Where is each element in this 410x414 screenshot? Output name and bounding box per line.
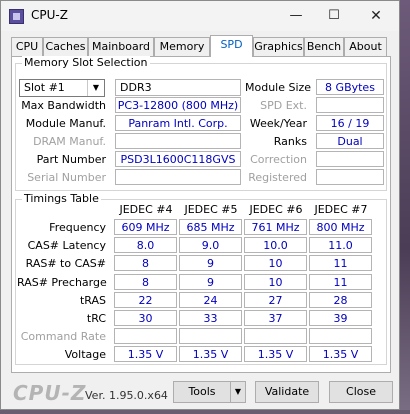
timing-cell: 33 bbox=[179, 310, 242, 326]
timing-cell: 761 MHz bbox=[244, 219, 307, 235]
tools-button[interactable]: Tools bbox=[173, 381, 231, 403]
timing-column-header: JEDEC #7 bbox=[314, 203, 368, 216]
spd-ext-field bbox=[316, 97, 384, 113]
ranks-label: Ranks bbox=[273, 135, 307, 148]
minimize-button[interactable]: — bbox=[281, 5, 311, 27]
module-manuf-label: Module Manuf. bbox=[25, 117, 106, 130]
timing-cell bbox=[244, 328, 307, 344]
part-number-label: Part Number bbox=[36, 153, 106, 166]
tab-cpu[interactable]: CPU bbox=[11, 37, 43, 56]
chevron-down-icon[interactable]: ▼ bbox=[87, 80, 104, 96]
timing-cell: 1.35 V bbox=[114, 346, 177, 362]
cpuz-logo: CPU-Z bbox=[13, 381, 87, 405]
module-size-field: 8 GBytes bbox=[316, 79, 384, 95]
correction-label: Correction bbox=[250, 153, 307, 166]
cpuz-window: CPU-Z — ☐ ✕ CPU Caches Mainboard Memory … bbox=[0, 0, 400, 410]
max-bandwidth-label: Max Bandwidth bbox=[21, 99, 106, 112]
spd-ext-label: SPD Ext. bbox=[260, 99, 307, 112]
part-number-field: PSD3L1600C118GVS bbox=[115, 151, 241, 167]
timing-cell: 8.0 bbox=[114, 237, 177, 253]
timing-row-label: RAS# to CAS# bbox=[25, 257, 106, 270]
timing-cell: 11.0 bbox=[309, 237, 372, 253]
timing-cell: 39 bbox=[309, 310, 372, 326]
timing-cell: 800 MHz bbox=[309, 219, 372, 235]
timing-column-header: JEDEC #5 bbox=[184, 203, 238, 216]
close-button[interactable]: Close bbox=[329, 381, 393, 403]
timing-cell: 37 bbox=[244, 310, 307, 326]
timing-cell bbox=[114, 328, 177, 344]
timing-cell: 22 bbox=[114, 292, 177, 308]
validate-button[interactable]: Validate bbox=[255, 381, 319, 403]
timing-cell bbox=[309, 328, 372, 344]
window-title: CPU-Z bbox=[31, 8, 68, 22]
timing-row-label: tRC bbox=[86, 312, 106, 325]
week-year-label: Week/Year bbox=[249, 117, 307, 130]
registered-label: Registered bbox=[248, 171, 307, 184]
slot-select[interactable]: Slot #1 ▼ bbox=[19, 79, 105, 97]
title-bar[interactable]: CPU-Z — ☐ ✕ bbox=[1, 1, 399, 31]
tab-bench[interactable]: Bench bbox=[304, 37, 344, 56]
version-text: Ver. 1.95.0.x64 bbox=[85, 389, 168, 402]
memory-slot-group-title: Memory Slot Selection bbox=[22, 56, 150, 69]
ranks-field: Dual bbox=[316, 133, 384, 149]
timing-cell: 8 bbox=[114, 274, 177, 290]
max-bandwidth-field: PC3-12800 (800 MHz) bbox=[115, 97, 241, 113]
timing-cell: 24 bbox=[179, 292, 242, 308]
timing-row-label: tRAS bbox=[79, 294, 106, 307]
close-window-button[interactable]: ✕ bbox=[361, 5, 391, 27]
timing-row-label: Command Rate bbox=[20, 330, 106, 343]
timing-cell: 9.0 bbox=[179, 237, 242, 253]
timing-cell: 30 bbox=[114, 310, 177, 326]
tab-caches[interactable]: Caches bbox=[43, 37, 88, 56]
tab-spd[interactable]: SPD bbox=[210, 35, 253, 57]
timing-cell: 8 bbox=[114, 255, 177, 271]
tab-memory[interactable]: Memory bbox=[154, 37, 210, 56]
registered-field bbox=[316, 169, 384, 185]
timing-cell: 28 bbox=[309, 292, 372, 308]
tab-mainboard[interactable]: Mainboard bbox=[88, 37, 154, 56]
desktop-background bbox=[400, 0, 410, 414]
timing-row-label: CAS# Latency bbox=[27, 239, 106, 252]
timing-cell: 685 MHz bbox=[179, 219, 242, 235]
correction-field bbox=[316, 151, 384, 167]
serial-number-label: Serial Number bbox=[27, 171, 106, 184]
timing-cell bbox=[179, 328, 242, 344]
serial-number-field bbox=[115, 169, 241, 185]
slot-select-value: Slot #1 bbox=[24, 81, 65, 94]
dram-manuf-label: DRAM Manuf. bbox=[33, 135, 106, 148]
desktop-background-strip bbox=[0, 410, 410, 414]
timing-column-header: JEDEC #6 bbox=[249, 203, 303, 216]
timing-cell: 609 MHz bbox=[114, 219, 177, 235]
timing-cell: 1.35 V bbox=[309, 346, 372, 362]
timing-cell: 27 bbox=[244, 292, 307, 308]
timing-column-header: JEDEC #4 bbox=[119, 203, 173, 216]
tools-dropdown-icon[interactable]: ▼ bbox=[230, 381, 246, 403]
timing-cell: 1.35 V bbox=[179, 346, 242, 362]
maximize-button[interactable]: ☐ bbox=[319, 5, 349, 27]
week-year-field: 16 / 19 bbox=[316, 115, 384, 131]
timing-cell: 11 bbox=[309, 274, 372, 290]
cpuz-app-icon bbox=[9, 9, 24, 24]
timing-row-label: Frequency bbox=[49, 221, 106, 234]
timing-cell: 9 bbox=[179, 274, 242, 290]
timing-cell: 9 bbox=[179, 255, 242, 271]
timing-cell: 10 bbox=[244, 274, 307, 290]
dram-manuf-field bbox=[115, 133, 241, 149]
tab-about[interactable]: About bbox=[344, 37, 387, 56]
timing-row-label: Voltage bbox=[64, 348, 106, 361]
timings-group-title: Timings Table bbox=[22, 192, 101, 205]
timing-cell: 1.35 V bbox=[244, 346, 307, 362]
timing-cell: 10.0 bbox=[244, 237, 307, 253]
timing-cell: 10 bbox=[244, 255, 307, 271]
timing-cell: 11 bbox=[309, 255, 372, 271]
tab-graphics[interactable]: Graphics bbox=[253, 37, 304, 56]
module-manuf-field: Panram Intl. Corp. bbox=[115, 115, 241, 131]
memory-type-field: DDR3 bbox=[115, 79, 241, 96]
timing-row-label: RAS# Precharge bbox=[17, 276, 107, 289]
module-size-label: Module Size bbox=[245, 81, 312, 94]
